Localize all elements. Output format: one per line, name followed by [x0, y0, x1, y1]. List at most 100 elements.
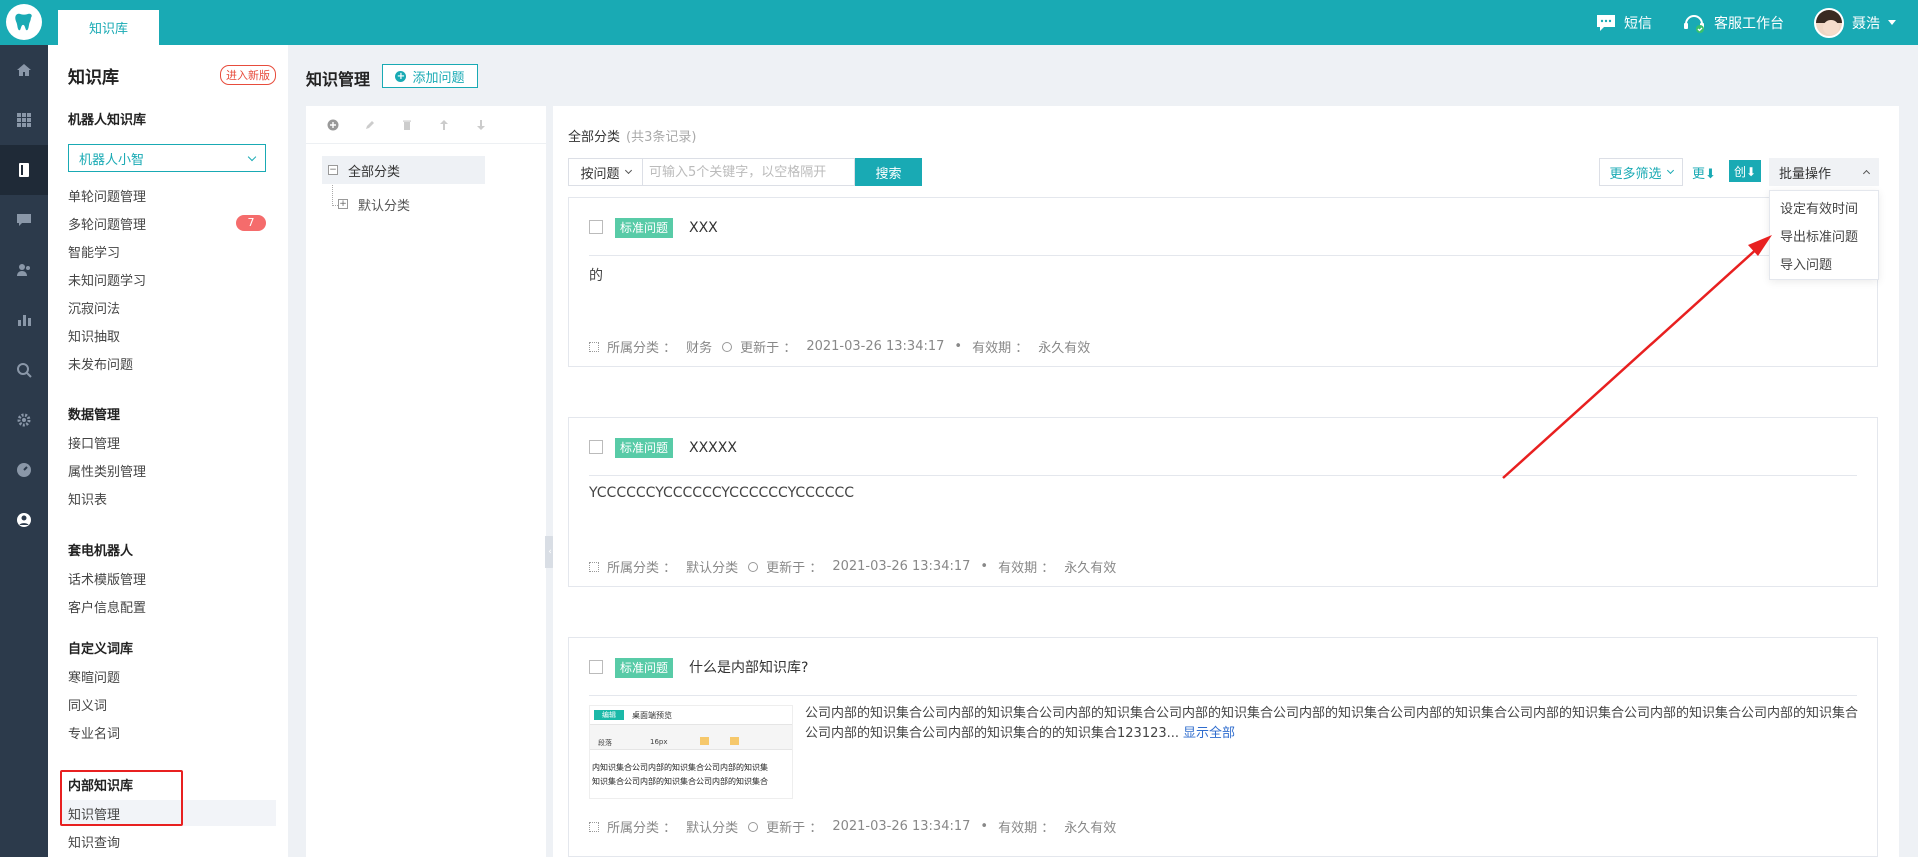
sidebar-item-knowledge-query[interactable]: 知识查询 — [68, 832, 120, 851]
add-question-label: 添加问题 — [412, 70, 465, 86]
icon-rail — [0, 45, 48, 857]
section-data: 数据管理 — [68, 408, 121, 423]
answer-image-thumbnail[interactable]: 编辑 桌面端预览 段落 16px 内知识集合公司内部的知识集合公司内部的知识集 … — [589, 705, 793, 799]
move-down-icon[interactable] — [474, 118, 488, 132]
question-card: 标准问题 什么是内部知识库? 编辑 桌面端预览 段落 16px 内知识集合公司内… — [568, 637, 1878, 857]
sidebar-item-attr-category[interactable]: 属性类别管理 — [68, 461, 146, 480]
tree-node-default[interactable]: + 默认分类 — [338, 192, 410, 216]
rail-search[interactable] — [0, 345, 48, 395]
sidebar-item-terms[interactable]: 专业名词 — [68, 723, 120, 742]
user-circle-icon — [17, 513, 31, 527]
headset-icon — [1684, 14, 1704, 33]
sidebar-item-single-turn[interactable]: 单轮问题管理 — [68, 186, 146, 205]
search-by-value: 按问题 — [580, 166, 620, 182]
question-title[interactable]: 什么是内部知识库? — [689, 658, 808, 678]
category-value: 财务 — [686, 341, 713, 356]
expand-icon[interactable]: + — [338, 199, 348, 209]
more-filter-dropdown[interactable]: 更多筛选 — [1599, 158, 1683, 186]
divider — [589, 475, 1857, 476]
sidebar-item-smart-learning[interactable]: 智能学习 — [68, 242, 120, 261]
tree-toolbar — [306, 106, 546, 144]
workbench-link[interactable]: 客服工作台 — [1682, 12, 1784, 34]
tab-knowledge-base[interactable]: 知识库 — [58, 10, 159, 45]
colon: ： — [659, 821, 677, 836]
rail-home[interactable] — [0, 45, 48, 95]
user-menu[interactable]: 聂浩 — [1814, 7, 1896, 38]
question-title[interactable]: XXX — [689, 218, 718, 238]
sidebar-item-silent-questions[interactable]: 沉寂问法 — [68, 298, 120, 317]
logo[interactable] — [6, 4, 42, 40]
grid-icon — [17, 113, 31, 127]
search-by-select[interactable]: 按问题 — [568, 158, 643, 186]
updated-label: 更新于 — [766, 561, 806, 576]
rail-profile[interactable] — [0, 495, 48, 545]
sidebar-item-unpublished[interactable]: 未发布问题 — [68, 354, 133, 373]
valid-label: 有效期 — [972, 341, 1012, 356]
sidebar-item-api[interactable]: 接口管理 — [68, 433, 120, 452]
rail-users[interactable] — [0, 245, 48, 295]
clock-icon — [748, 561, 759, 572]
sidebar-title: 知识库 — [68, 68, 119, 88]
search-button[interactable]: 搜索 — [855, 158, 922, 186]
show-all-link[interactable]: 显示全部 — [1183, 726, 1235, 741]
standard-question-tag: 标准问题 — [615, 438, 674, 458]
rail-monitor[interactable] — [0, 445, 48, 495]
thumb-toolbar: 段落 16px — [590, 724, 792, 750]
multi-turn-badge: 7 — [236, 215, 266, 231]
select-checkbox[interactable] — [589, 440, 603, 454]
batch-actions-menu: 设定有效时间 导出标准问题 导入问题 — [1769, 190, 1879, 280]
sidebar-item-extraction[interactable]: 知识抽取 — [68, 326, 120, 345]
sidebar-item-customer-config[interactable]: 客户信息配置 — [68, 597, 146, 616]
chevron-down-icon — [247, 152, 257, 161]
colon: ： — [1037, 821, 1055, 836]
menu-item-import-questions[interactable]: 导入问题 — [1770, 255, 1878, 283]
question-card: 标准问题 XXXXX YCCCCCCYCCCCCCYCCCCCCYCCCCCC … — [568, 417, 1878, 587]
add-question-button[interactable]: + 添加问题 — [382, 64, 478, 88]
delete-node-icon[interactable] — [400, 118, 414, 132]
rail-knowledge[interactable] — [0, 145, 48, 195]
robot-select[interactable]: 机器人小智 — [68, 144, 266, 172]
thumb-tag: 编辑 — [594, 710, 624, 720]
select-checkbox[interactable] — [589, 660, 603, 674]
section-robot-kb: 机器人知识库 — [68, 113, 147, 128]
updated-value: 2021-03-26 13:34:17 — [832, 819, 971, 834]
home-icon — [17, 64, 31, 76]
new-version-button[interactable]: 进入新版 — [220, 65, 276, 85]
select-checkbox[interactable] — [589, 220, 603, 234]
sms-link[interactable]: 短信 — [1596, 13, 1652, 33]
category-value: 默认分类 — [686, 821, 739, 836]
sort-by-create-button[interactable]: 创⬇ — [1729, 160, 1761, 182]
rail-apps[interactable] — [0, 95, 48, 145]
edit-node-icon[interactable] — [363, 118, 377, 132]
rail-message[interactable] — [0, 195, 48, 245]
tree-node-all[interactable]: − 全部分类 — [322, 156, 485, 184]
sidebar-item-greetings[interactable]: 寒暄问题 — [68, 667, 120, 686]
collapse-icon[interactable]: − — [328, 165, 338, 175]
sidebar-item-multi-turn[interactable]: 多轮问题管理 — [68, 214, 146, 233]
rail-stats[interactable] — [0, 295, 48, 345]
rail-settings[interactable] — [0, 395, 48, 445]
valid-value: 永久有效 — [1038, 341, 1091, 356]
menu-item-set-validity[interactable]: 设定有效时间 — [1770, 199, 1878, 227]
search-row: 按问题 搜索 — [568, 158, 922, 186]
chevron-down-icon — [1666, 166, 1674, 175]
keyword-input[interactable] — [643, 158, 855, 186]
menu-item-export-questions[interactable]: 导出标准问题 — [1770, 227, 1878, 255]
tooth-logo-icon — [15, 13, 32, 31]
sidebar-item-script-template[interactable]: 话术模版管理 — [68, 569, 146, 588]
dashboard-icon — [17, 463, 31, 477]
category-value: 默认分类 — [686, 561, 739, 576]
add-node-icon[interactable] — [326, 118, 340, 132]
sort-by-update-button[interactable]: 更⬇ — [1692, 158, 1716, 186]
batch-actions-button[interactable]: 批量操作 — [1769, 158, 1879, 186]
question-title[interactable]: XXXXX — [689, 438, 737, 458]
sidebar-item-synonyms[interactable]: 同义词 — [68, 695, 107, 714]
tree-node-all-label: 全部分类 — [348, 164, 401, 180]
annotation-highlight-box — [60, 770, 183, 826]
sidebar-item-knowledge-table[interactable]: 知识表 — [68, 489, 107, 508]
card-meta: 所属分类 ： 默认分类 更新于 ： 2021-03-26 13:34:17 • … — [589, 817, 1116, 836]
colon: ： — [659, 561, 677, 576]
move-up-icon[interactable] — [437, 118, 451, 132]
sidebar-item-unknown-learning[interactable]: 未知问题学习 — [68, 270, 146, 289]
search-icon — [17, 363, 32, 378]
